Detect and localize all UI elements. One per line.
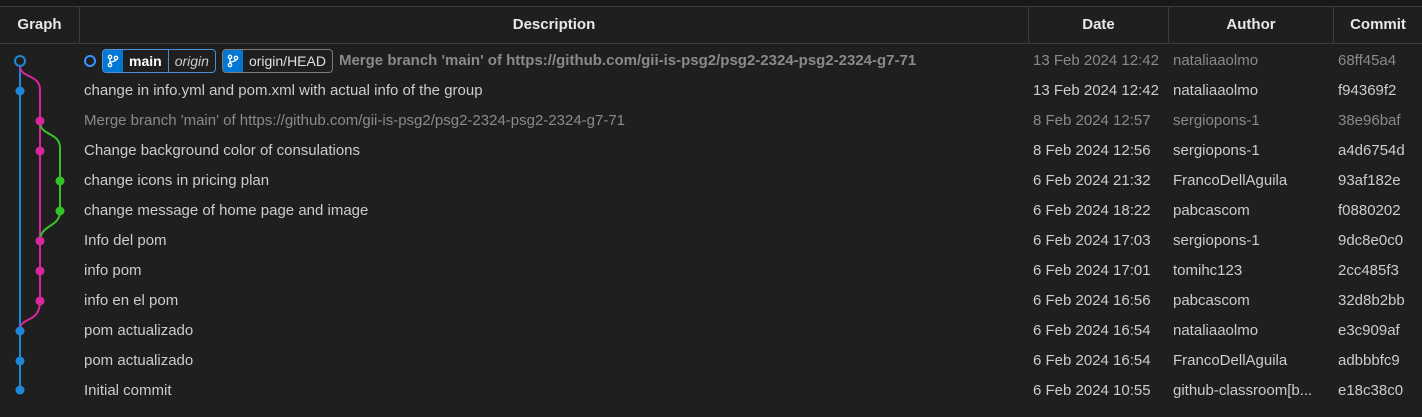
commit-author: pabcascom bbox=[1173, 292, 1250, 309]
commit-message: info en el pom bbox=[84, 292, 179, 309]
header-author[interactable]: Author bbox=[1169, 7, 1334, 43]
commit-author: sergiopons-1 bbox=[1173, 142, 1260, 159]
commit-hash: 32d8b2bb bbox=[1338, 292, 1405, 309]
commit-message: Change background color of consulations bbox=[84, 142, 361, 159]
commit-author: nataliaaolmo bbox=[1173, 322, 1259, 339]
commit-date: 8 Feb 2024 12:57 bbox=[1033, 112, 1151, 129]
ref-decorations: main origin origin/HEAD Merge branch 'ma… bbox=[84, 46, 916, 76]
commit-date: 13 Feb 2024 12:42 bbox=[1033, 82, 1159, 99]
commit-hash: a4d6754d bbox=[1338, 142, 1405, 159]
commit-message: pom actualizado bbox=[84, 322, 194, 339]
commit-message: Initial commit bbox=[84, 382, 172, 399]
commit-hash: f94369f2 bbox=[1338, 82, 1397, 99]
commit-author: sergiopons-1 bbox=[1173, 232, 1260, 249]
commit-author: nataliaaolmo bbox=[1173, 52, 1259, 69]
commit-row[interactable]: change icons in pricing plan 6 Feb 2024 … bbox=[0, 166, 1422, 196]
commit-row[interactable]: Merge branch 'main' of https://github.co… bbox=[0, 106, 1422, 136]
head-circle-icon bbox=[84, 55, 96, 67]
commit-message: change in info.yml and pom.xml with actu… bbox=[84, 82, 483, 99]
commit-message: change message of home page and image bbox=[84, 202, 369, 219]
commit-row[interactable]: pom actualizado 6 Feb 2024 16:54 natalia… bbox=[0, 316, 1422, 346]
commit-author: sergiopons-1 bbox=[1173, 112, 1260, 129]
commit-hash: 2cc485f3 bbox=[1338, 262, 1399, 279]
commit-hash: 68ff45a4 bbox=[1338, 52, 1397, 69]
commit-author: nataliaaolmo bbox=[1173, 82, 1259, 99]
commit-date: 6 Feb 2024 17:01 bbox=[1033, 262, 1151, 279]
branch-remote: origin bbox=[167, 50, 215, 72]
commit-date: 6 Feb 2024 16:54 bbox=[1033, 322, 1151, 339]
commit-date: 8 Feb 2024 12:56 bbox=[1033, 142, 1151, 159]
commit-date: 6 Feb 2024 21:32 bbox=[1033, 172, 1151, 189]
commit-hash: e18c38c0 bbox=[1338, 382, 1404, 399]
commit-message: pom actualizado bbox=[84, 352, 194, 369]
remote-ref-name: origin/HEAD bbox=[248, 53, 326, 69]
header-graph[interactable]: Graph bbox=[0, 7, 80, 43]
commit-row[interactable]: change message of home page and image 6 … bbox=[0, 196, 1422, 226]
commit-date: 13 Feb 2024 12:42 bbox=[1033, 52, 1159, 69]
remote-ref-badge[interactable]: origin/HEAD bbox=[221, 49, 333, 73]
commit-message: Merge branch 'main' of https://github.co… bbox=[338, 52, 917, 69]
header-date[interactable]: Date bbox=[1029, 7, 1169, 43]
git-branch-icon bbox=[222, 50, 243, 72]
commit-date: 6 Feb 2024 17:03 bbox=[1033, 232, 1151, 249]
commit-message: Info del pom bbox=[84, 232, 167, 249]
commit-author: FrancoDellAguila bbox=[1173, 352, 1288, 369]
commit-hash: adbbbfc9 bbox=[1338, 352, 1400, 369]
branch-badge-main[interactable]: main origin bbox=[102, 49, 216, 73]
commit-hash: e3c909af bbox=[1338, 322, 1400, 339]
commit-message: Merge branch 'main' of https://github.co… bbox=[84, 112, 626, 129]
commit-hash: 93af182e bbox=[1338, 172, 1401, 189]
commit-hash: 9dc8e0c0 bbox=[1338, 232, 1404, 249]
commit-row[interactable]: pom actualizado 6 Feb 2024 16:54 FrancoD… bbox=[0, 346, 1422, 376]
branch-name: main bbox=[129, 53, 162, 69]
commit-row[interactable]: change in info.yml and pom.xml with actu… bbox=[0, 76, 1422, 106]
commit-message: change icons in pricing plan bbox=[84, 172, 270, 189]
commit-date: 6 Feb 2024 16:54 bbox=[1033, 352, 1151, 369]
commit-row[interactable]: info pom 6 Feb 2024 17:01 tomihc123 2cc4… bbox=[0, 256, 1422, 286]
commit-row[interactable]: Info del pom 6 Feb 2024 17:03 sergiopons… bbox=[0, 226, 1422, 256]
commit-row-head[interactable]: main origin origin/HEAD Merge branch 'ma… bbox=[0, 46, 1422, 76]
commit-author: tomihc123 bbox=[1173, 262, 1243, 279]
commit-date: 6 Feb 2024 16:56 bbox=[1033, 292, 1151, 309]
commit-row[interactable]: Initial commit 6 Feb 2024 10:55 github-c… bbox=[0, 376, 1422, 406]
header-description[interactable]: Description bbox=[80, 7, 1029, 43]
commit-row[interactable]: Change background color of consulations … bbox=[0, 136, 1422, 166]
commit-author: FrancoDellAguila bbox=[1173, 172, 1288, 189]
commit-author: github-classroom[b... bbox=[1173, 382, 1313, 399]
commit-date: 6 Feb 2024 18:22 bbox=[1033, 202, 1151, 219]
commit-author: pabcascom bbox=[1173, 202, 1250, 219]
commit-hash: f0880202 bbox=[1338, 202, 1401, 219]
commit-message: info pom bbox=[84, 262, 142, 279]
commit-hash: 38e96baf bbox=[1338, 112, 1401, 129]
git-branch-icon bbox=[103, 50, 123, 72]
commit-row[interactable]: info en el pom 6 Feb 2024 16:56 pabcasco… bbox=[0, 286, 1422, 316]
header-commit[interactable]: Commit bbox=[1334, 7, 1422, 43]
commit-date: 6 Feb 2024 10:55 bbox=[1033, 382, 1151, 399]
table-header: Graph Description Date Author Commit bbox=[0, 6, 1422, 44]
